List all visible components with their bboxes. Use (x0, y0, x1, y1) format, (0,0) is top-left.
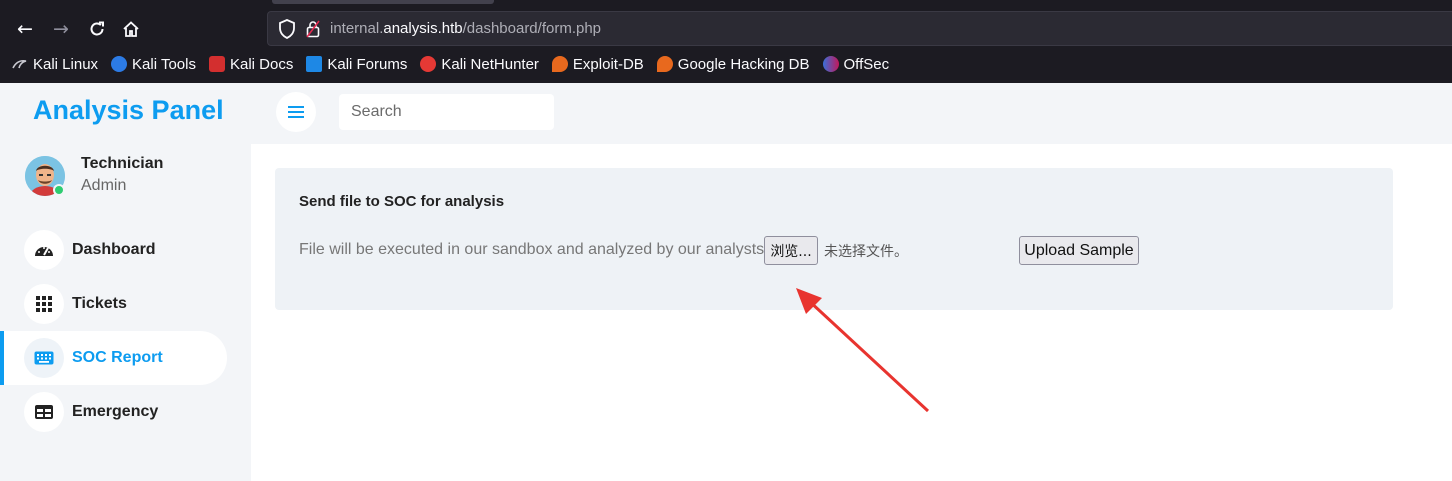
keyboard-icon (24, 338, 64, 378)
sidebar-item-dashboard[interactable]: Dashboard (0, 223, 227, 277)
back-icon[interactable]: ← (10, 14, 40, 44)
url-host: analysis.htb (383, 20, 463, 37)
bookmark-kali-linux[interactable]: Kali Linux (12, 56, 98, 73)
sidebar-item-label: Dashboard (72, 241, 156, 258)
menu-toggle-button[interactable] (276, 92, 316, 132)
form-title: Send file to SOC for analysis (299, 193, 505, 210)
home-icon[interactable] (116, 14, 146, 44)
sidebar-item-label: Tickets (72, 295, 127, 312)
bookmark-offsec[interactable]: OffSec (822, 55, 890, 73)
search-input[interactable] (339, 94, 554, 130)
bookmarks-bar: Kali Linux Kali Tools Kali Docs Kali For… (0, 51, 1452, 77)
offsec-icon (822, 56, 839, 72)
bookmark-ghdb[interactable]: Google Hacking DB (656, 55, 810, 73)
bookmark-kali-docs[interactable]: Kali Docs (208, 55, 294, 73)
exploitdb-icon (551, 56, 568, 72)
active-tab-edge[interactable] (272, 0, 494, 4)
table-icon (24, 392, 64, 432)
speedometer-icon (24, 230, 64, 270)
upload-sample-button[interactable]: Upload Sample (1019, 236, 1139, 265)
grid-icon (24, 284, 64, 324)
reload-icon[interactable] (82, 14, 112, 44)
hamburger-icon (288, 106, 304, 118)
bookmark-exploit-db[interactable]: Exploit-DB (551, 55, 644, 73)
bookmark-kali-forums[interactable]: Kali Forums (306, 56, 407, 73)
sidebar-item-tickets[interactable]: Tickets (0, 277, 227, 331)
shield-icon[interactable] (278, 19, 296, 39)
bookmark-label: Google Hacking DB (677, 55, 810, 73)
lock-icon[interactable] (306, 20, 320, 38)
bookmark-label: Kali Docs (229, 55, 294, 73)
kali-tools-icon (111, 56, 128, 72)
kali-forums-icon (306, 56, 323, 72)
browser-toolbar: ← → internal.analysis.htb/dashboard/form… (0, 0, 1452, 83)
address-bar[interactable]: internal.analysis.htb/dashboard/form.php (267, 11, 1452, 46)
kali-dragon-icon (12, 56, 28, 72)
kali-docs-icon (208, 56, 225, 72)
file-status-text: 未选择文件。 (824, 244, 908, 260)
file-browse-button[interactable]: 浏览... (764, 236, 818, 265)
url-text[interactable]: internal.analysis.htb/dashboard/form.php (330, 20, 601, 37)
sidebar-item-label: Emergency (72, 403, 159, 420)
nethunter-icon (420, 56, 437, 72)
form-description: File will be executed in our sandbox and… (299, 241, 765, 258)
upload-form-card: Send file to SOC for analysis File will … (275, 168, 1393, 310)
bookmark-label: Kali NetHunter (441, 55, 539, 73)
online-status-indicator (53, 184, 65, 196)
bookmark-label: OffSec (843, 55, 890, 73)
bookmark-label: Kali Forums (327, 55, 408, 73)
profile-name: Technician (81, 155, 164, 172)
bookmark-kali-tools[interactable]: Kali Tools (111, 56, 196, 73)
ghdb-icon (656, 56, 673, 72)
sidebar-item-soc-report[interactable]: SOC Report (0, 331, 227, 385)
bookmark-label: Kali Linux (33, 55, 99, 73)
url-subdomain: internal. (330, 20, 384, 37)
forward-icon[interactable]: → (46, 14, 76, 44)
main-content: Send file to SOC for analysis File will … (251, 144, 1452, 481)
bookmark-label: Kali Tools (132, 55, 196, 73)
url-path: /dashboard/form.php (462, 20, 602, 37)
bookmark-kali-nethunter[interactable]: Kali NetHunter (420, 56, 539, 73)
brand-title[interactable]: Analysis Panel (33, 95, 224, 126)
sidebar-item-emergency[interactable]: Emergency (0, 385, 227, 439)
sidebar: Analysis Panel Technician Admin Dashboar… (0, 83, 251, 481)
app-header (251, 83, 1452, 144)
bookmark-label: Exploit-DB (572, 55, 644, 73)
sidebar-item-label: SOC Report (72, 349, 163, 366)
profile-role: Admin (81, 177, 127, 194)
